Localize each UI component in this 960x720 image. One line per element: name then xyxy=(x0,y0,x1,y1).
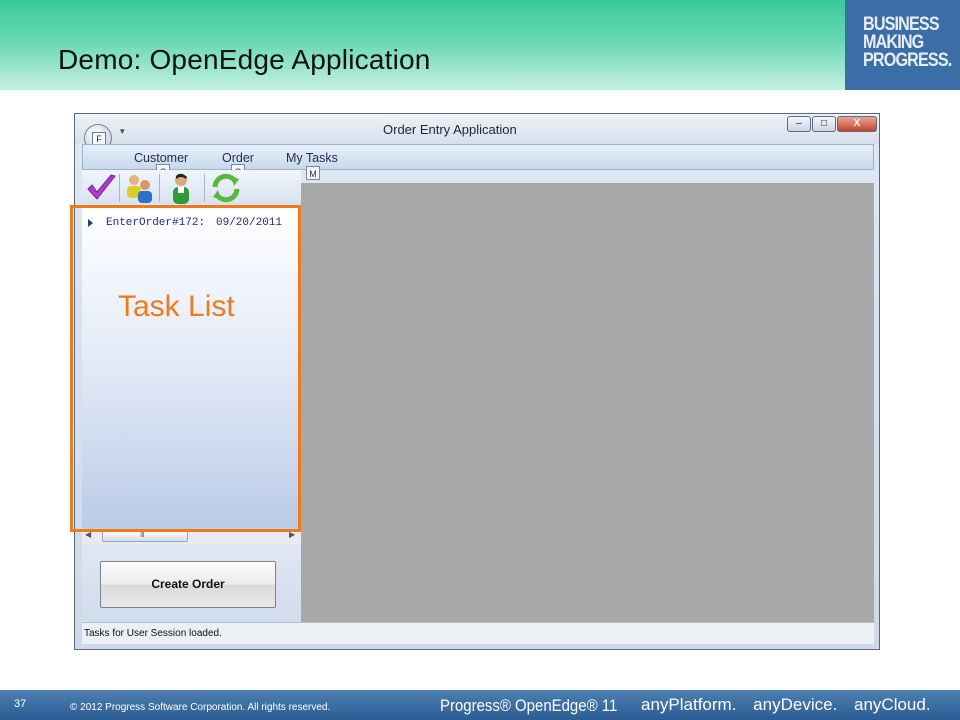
slide-footer: 37 © 2012 Progress Software Corporation.… xyxy=(0,690,960,720)
refresh-icon[interactable] xyxy=(209,171,243,205)
close-button[interactable]: X xyxy=(837,116,877,132)
quick-access-dropdown-icon[interactable]: ▾ xyxy=(120,126,125,137)
status-text: Tasks for User Session loaded. xyxy=(84,628,222,639)
tagline-platform: anyPlatform. xyxy=(641,695,737,714)
menu-item-order[interactable]: Order xyxy=(222,151,254,165)
status-bar: Tasks for User Session loaded. xyxy=(82,622,874,644)
toolbar xyxy=(82,170,301,206)
tagline-cloud: anyCloud. xyxy=(854,695,931,714)
tagline-device: anyDevice. xyxy=(753,695,838,714)
task-list-highlight-box xyxy=(70,205,301,532)
main-workspace xyxy=(301,183,874,622)
slide-header-band: Demo: OpenEdge Application xyxy=(0,0,845,90)
product-name: Progress® OpenEdge® 11 xyxy=(440,696,618,715)
slide-title: Demo: OpenEdge Application xyxy=(58,44,431,75)
customers-group-icon[interactable] xyxy=(122,171,156,205)
keytip-my-tasks: M xyxy=(306,166,320,180)
window-titlebar[interactable]: Order Entry Application ▾ – □ X xyxy=(75,114,879,144)
toolbar-separator xyxy=(159,174,160,202)
scrollbar-thumb[interactable]: III xyxy=(102,530,188,542)
tagline: anyPlatform. anyDevice. anyCloud. xyxy=(641,695,943,715)
checkmark-icon[interactable] xyxy=(84,171,118,205)
task-list-callout-label: Task List xyxy=(118,290,235,323)
copyright-text: © 2012 Progress Software Corporation. Al… xyxy=(70,702,331,713)
toolbar-separator xyxy=(204,174,205,202)
toolbar-separator xyxy=(119,174,120,202)
menu-item-customer[interactable]: Customer xyxy=(134,151,188,165)
minimize-button[interactable]: – xyxy=(787,116,811,132)
left-panel-actions: Create Order xyxy=(82,544,301,622)
brand-logo: BUSINESS MAKING PROGRESS. xyxy=(863,15,952,71)
brand-logo-box: BUSINESS MAKING PROGRESS. xyxy=(845,0,960,90)
ribbon-menubar: Customer Order My Tasks xyxy=(82,144,874,170)
page-number: 37 xyxy=(14,698,27,710)
menu-item-my-tasks[interactable]: My Tasks xyxy=(286,151,338,165)
window-title: Order Entry Application xyxy=(383,122,517,137)
create-order-button[interactable]: Create Order xyxy=(100,561,276,608)
user-icon[interactable] xyxy=(166,171,200,205)
maximize-button[interactable]: □ xyxy=(812,116,836,132)
brand-logo-line: PROGRESS. xyxy=(863,50,952,71)
